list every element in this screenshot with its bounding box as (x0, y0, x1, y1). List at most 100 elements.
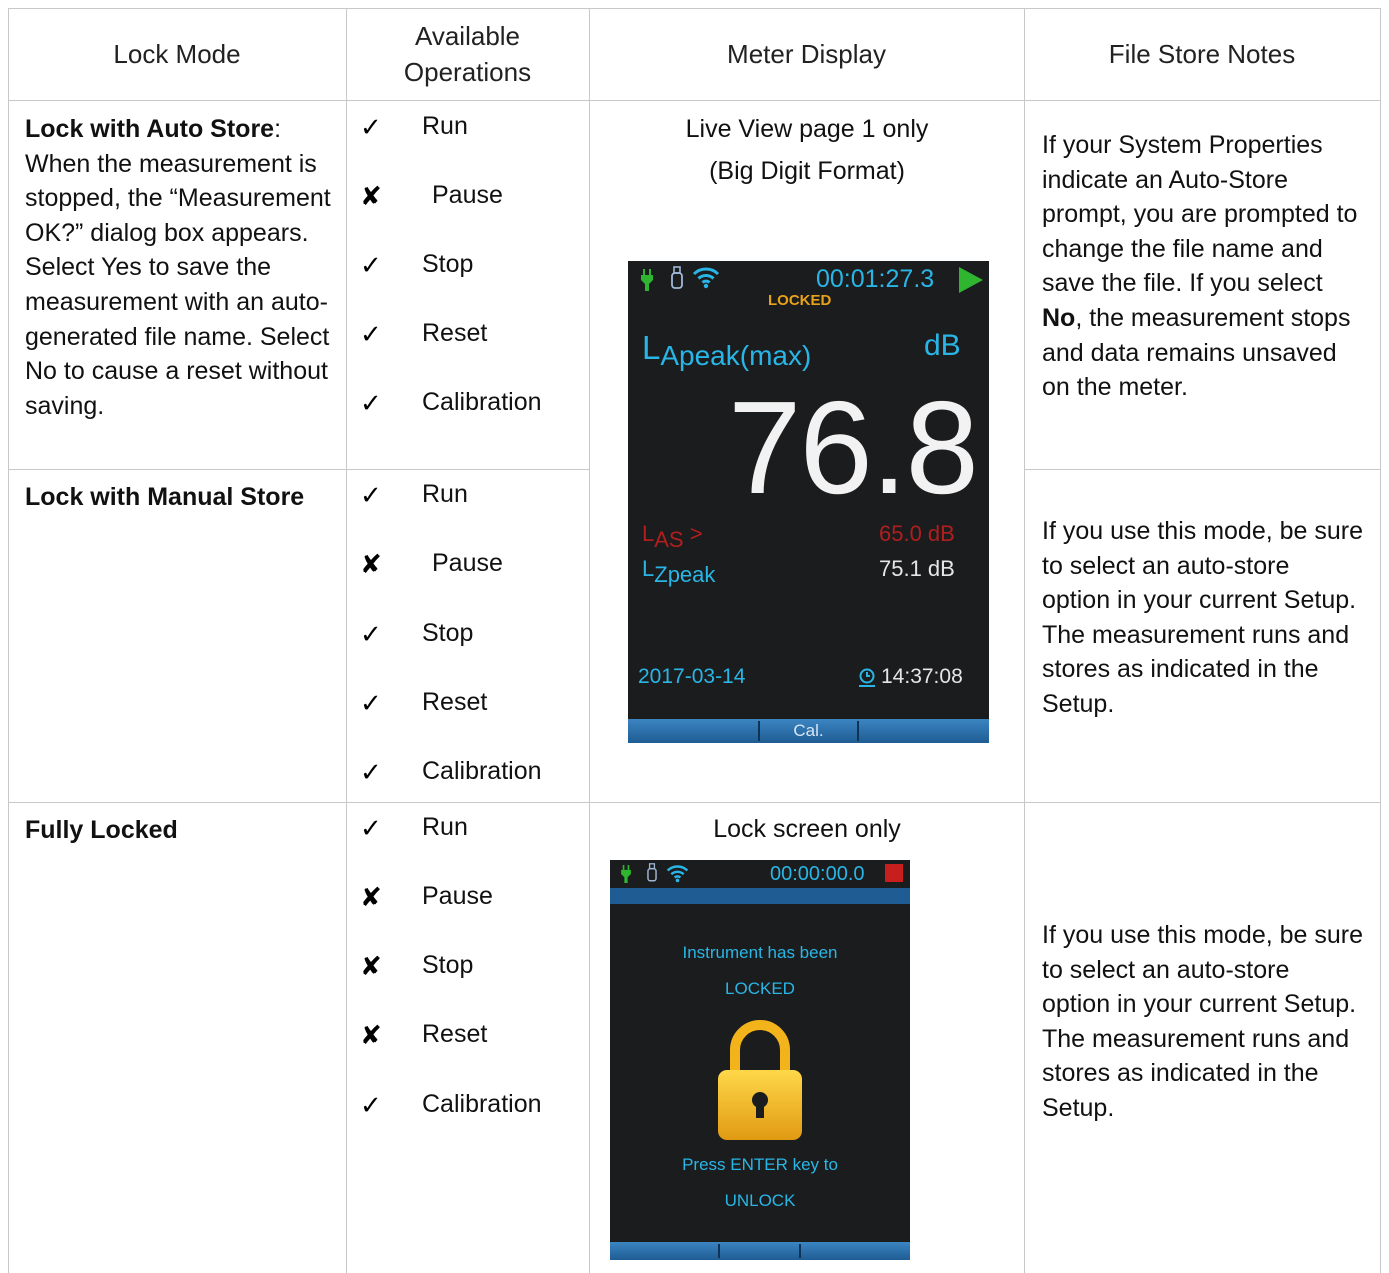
op-label: Reset (422, 319, 488, 347)
clock-icon (859, 668, 875, 687)
display2-caption: Lock screen only (713, 815, 901, 843)
op-label: Pause (432, 181, 503, 209)
meter-timer: 00:01:27.3 (816, 265, 935, 293)
plug-icon (641, 269, 653, 291)
metric-label: LApeak(max) (642, 329, 811, 371)
header-file-store-notes: File Store Notes (1108, 38, 1296, 69)
lock-header-bar (610, 888, 910, 904)
check-icon: ✓ (360, 813, 382, 843)
notes-fully-locked: If you use this mode, be sure to select … (1042, 921, 1364, 1122)
lock-line2: LOCKED (725, 979, 795, 998)
las-arrow: > (689, 521, 703, 546)
op-stop: ✘ Stop (348, 951, 588, 991)
wifi-icon (692, 267, 720, 289)
check-icon: ✓ (360, 388, 382, 418)
metric-main: L (642, 329, 661, 366)
notes-auto-store: If your System Properties indicate an Au… (1042, 128, 1364, 405)
lock-line3: Press ENTER key to (682, 1155, 838, 1174)
op-run: ✓ Run (348, 112, 588, 152)
meter-date: 2017-03-14 (638, 665, 746, 688)
las-main: L (642, 521, 655, 546)
lock-line1: Instrument has been (682, 943, 838, 962)
mode-auto-store-colon: : (274, 115, 282, 143)
play-icon (959, 267, 983, 293)
op-label: Calibration (422, 757, 542, 785)
op-calibration: ✓ Calibration (348, 388, 588, 428)
op-label: Run (422, 813, 468, 841)
check-icon: ✓ (360, 1090, 382, 1120)
check-icon: ✓ (360, 250, 382, 280)
check-icon: ✓ (360, 757, 382, 787)
cross-icon: ✘ (360, 181, 382, 211)
op-label: Run (422, 112, 468, 140)
op-run: ✓ Run (348, 480, 588, 520)
las-label: LAS > (642, 521, 703, 552)
cross-icon: ✘ (360, 882, 382, 912)
op-label: Reset (422, 1020, 488, 1048)
op-reset: ✘ Reset (348, 1020, 588, 1060)
op-label: Stop (422, 951, 474, 979)
usb-icon (647, 863, 657, 882)
usb-icon (671, 266, 683, 289)
check-icon: ✓ (360, 619, 382, 649)
op-reset: ✓ Reset (348, 319, 588, 359)
op-label: Stop (422, 250, 474, 278)
mode-manual-store-title: Lock with Manual Store (25, 483, 305, 511)
header-ops-line1: Available (414, 20, 521, 51)
notes-auto-bold: No (1042, 303, 1076, 332)
check-icon: ✓ (360, 480, 382, 510)
locked-indicator: LOCKED (768, 292, 832, 309)
op-label: Pause (422, 882, 493, 910)
lock-line4: UNLOCK (724, 1191, 796, 1210)
metric-sub: Apeak(max) (660, 340, 812, 371)
lock-timer: 00:00:00.0 (770, 863, 865, 885)
cross-icon: ✘ (360, 549, 382, 579)
cross-icon: ✘ (360, 1020, 382, 1050)
mode-auto-store-title: Lock with Auto Store (25, 115, 275, 143)
big-value: 76.8 (728, 374, 979, 521)
softkey-cal[interactable]: Cal. (760, 721, 857, 741)
op-stop: ✓ Stop (348, 250, 588, 290)
meter-screen-lock: 00:00:00.0 Instrument has been LOCKED Pr… (610, 860, 910, 1260)
row-divider-1 (8, 469, 590, 470)
op-reset: ✓ Reset (348, 688, 588, 728)
display1-caption-line2: (Big Digit Format) (709, 157, 905, 185)
lz-label: LZpeak (642, 556, 715, 587)
table-right-border (1380, 8, 1381, 1273)
las-value: 65.0 dB (879, 521, 955, 546)
meter-screen-live-view: 00:01:27.3 LOCKED LApeak(max) dB 76.8 LA… (628, 261, 989, 743)
cross-icon: ✘ (360, 951, 382, 981)
op-pause: ✘ Pause (348, 882, 588, 922)
header-available-operations: Available Operations (346, 8, 589, 100)
lz-main: L (642, 556, 655, 581)
op-label: Calibration (422, 1090, 542, 1118)
check-icon: ✓ (360, 112, 382, 142)
mode-auto-store-desc: When the measurement is stopped, the “Me… (25, 149, 331, 420)
col-divider-1 (346, 8, 347, 1273)
op-run: ✓ Run (348, 813, 588, 853)
lz-value: 75.1 dB (879, 556, 955, 581)
metric-unit: dB (924, 329, 961, 362)
softkey-bar: Cal. (628, 719, 989, 743)
mode-auto-store: Lock with Auto Store: When the measureme… (25, 112, 335, 423)
op-label: Stop (422, 619, 474, 647)
lock-softkey-bar (610, 1242, 910, 1260)
op-pause: ✘ Pause (348, 181, 588, 221)
col-divider-2 (589, 8, 590, 1273)
op-calibration: ✓ Calibration (348, 1090, 588, 1130)
las-sub: AS (654, 527, 684, 552)
op-stop: ✓ Stop (348, 619, 588, 659)
check-icon: ✓ (360, 319, 382, 349)
col-divider-3 (1024, 8, 1025, 1273)
padlock-icon (718, 1020, 802, 1140)
notes-auto-post: , the measurement stops and data remains… (1042, 303, 1351, 402)
plug-icon (621, 865, 631, 883)
display1-caption-line1: Live View page 1 only (685, 115, 929, 143)
notes-manual-store: If you use this mode, be sure to select … (1042, 517, 1364, 718)
check-icon: ✓ (360, 688, 382, 718)
stop-icon (885, 864, 903, 882)
op-label: Run (422, 480, 468, 508)
header-divider (8, 100, 1381, 101)
notes-auto-pre: If your System Properties indicate an Au… (1042, 131, 1358, 298)
op-label: Reset (422, 688, 488, 716)
